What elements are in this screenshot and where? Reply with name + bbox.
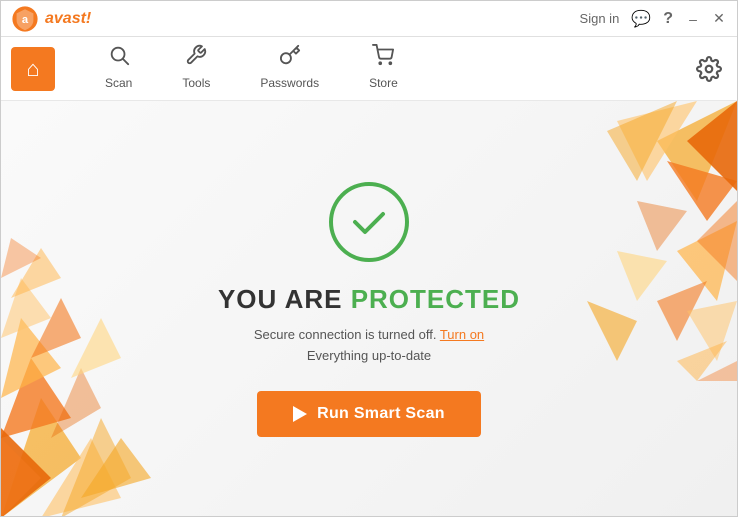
- protected-highlight-text: PROTECTED: [351, 284, 520, 314]
- title-bar-right: Sign in 💬 ? – ✕: [580, 9, 727, 29]
- checkmark-icon: [347, 200, 391, 244]
- nav-item-store[interactable]: Store: [349, 36, 418, 101]
- avast-shield-icon: a: [11, 5, 39, 33]
- protected-check-circle: [329, 182, 409, 262]
- nav-item-tools[interactable]: Tools: [162, 36, 230, 101]
- nav-bar: ⌂ Scan: [1, 37, 737, 101]
- nav-right: [691, 51, 727, 87]
- store-icon: [372, 44, 394, 72]
- tools-icon: [185, 44, 207, 72]
- scan-label: Scan: [105, 76, 132, 90]
- chat-icon[interactable]: 💬: [631, 9, 651, 29]
- home-icon: ⌂: [26, 56, 39, 82]
- store-label: Store: [369, 76, 398, 90]
- secure-connection-text: Secure connection is turned off.: [254, 327, 437, 342]
- passwords-label: Passwords: [260, 76, 319, 90]
- home-button[interactable]: ⌂: [11, 47, 55, 91]
- passwords-icon: [279, 44, 301, 72]
- minimize-button[interactable]: –: [685, 11, 701, 27]
- scan-button-label: Run Smart Scan: [317, 405, 445, 423]
- center-content: YOU ARE PROTECTED Secure connection is t…: [218, 182, 520, 437]
- title-bar: a avast! Sign in 💬 ? – ✕: [1, 1, 737, 37]
- nav-items: Scan Tools Passw: [85, 36, 418, 101]
- svg-text:a: a: [22, 14, 29, 26]
- up-to-date-status: Everything up-to-date: [307, 348, 431, 363]
- nav-left: ⌂ Scan: [11, 36, 418, 101]
- play-icon: [293, 406, 307, 422]
- protected-status-title: YOU ARE PROTECTED: [218, 284, 520, 315]
- avast-brand-name: avast!: [45, 10, 91, 28]
- run-smart-scan-button[interactable]: Run Smart Scan: [257, 391, 481, 437]
- nav-item-passwords[interactable]: Passwords: [240, 36, 339, 101]
- turn-on-link[interactable]: Turn on: [440, 327, 484, 342]
- help-icon[interactable]: ?: [663, 10, 673, 28]
- decoration-right: [557, 101, 737, 381]
- settings-button[interactable]: [691, 51, 727, 87]
- title-bar-left: a avast!: [11, 5, 91, 33]
- app-window: a avast! Sign in 💬 ? – ✕ ⌂: [0, 0, 738, 517]
- tools-label: Tools: [182, 76, 210, 90]
- sign-in-button[interactable]: Sign in: [580, 11, 620, 26]
- settings-icon: [696, 56, 722, 82]
- nav-item-scan[interactable]: Scan: [85, 36, 152, 101]
- secure-connection-status: Secure connection is turned off. Turn on: [254, 327, 484, 342]
- avast-logo: a avast!: [11, 5, 91, 33]
- window-controls: – ✕: [685, 10, 727, 27]
- scan-icon: [108, 44, 130, 72]
- main-content: YOU ARE PROTECTED Secure connection is t…: [1, 101, 737, 517]
- you-are-text: YOU ARE: [218, 284, 351, 314]
- close-button[interactable]: ✕: [711, 10, 727, 27]
- decoration-left: [1, 238, 181, 517]
